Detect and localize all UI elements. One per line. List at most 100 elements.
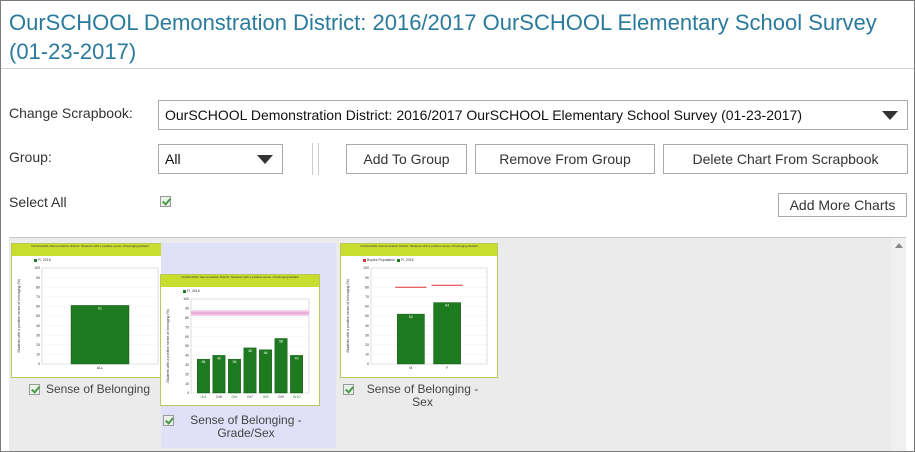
y-tick-label: 60	[185, 335, 189, 339]
x-tick-label: Gr5	[216, 395, 222, 399]
bar-value-label: 36	[233, 360, 237, 364]
y-tick-label: 80	[36, 285, 40, 289]
y-tick-label: 60	[36, 305, 40, 309]
x-tick-label: Gr7	[247, 395, 253, 399]
thumbnail-header: OurSCHOOL Demonstration District: Studen…	[341, 244, 497, 256]
y-axis-label: Students with a positive sense of belong…	[346, 279, 350, 353]
bar	[228, 358, 241, 394]
bar	[243, 347, 257, 394]
bar	[212, 355, 226, 394]
chart-select-checkbox[interactable]	[343, 384, 354, 395]
y-tick-label: 20	[36, 343, 40, 347]
y-tick-label: 30	[36, 333, 40, 337]
thumbnail-legend: Fi, 2016	[34, 258, 51, 263]
add-to-group-button[interactable]: Add To Group	[346, 144, 467, 174]
chart-select-checkbox[interactable]	[29, 384, 40, 395]
toolbar-separator	[312, 143, 313, 175]
scrapbook-select[interactable]: OurSCHOOL Demonstration District: 2016/2…	[158, 100, 908, 130]
change-scrapbook-label: Change Scrapbook:	[9, 105, 133, 121]
chart-label: Sense of Belonging - Grade/Sex	[190, 413, 302, 440]
bar	[259, 349, 272, 394]
y-tick-label: 80	[365, 285, 369, 289]
bar-value-label: 64	[445, 304, 449, 308]
x-tick-label: Gr8	[263, 395, 269, 399]
y-tick-label: 50	[185, 344, 189, 348]
y-tick-label: 70	[36, 295, 40, 299]
chart-thumbnail[interactable]: OurSCHOOL Demonstration District: Studen…	[160, 274, 320, 406]
y-tick-label: 30	[185, 363, 189, 367]
bar-value-label: 46	[264, 351, 268, 355]
bar	[274, 338, 288, 394]
y-tick-label: 70	[365, 295, 369, 299]
y-tick-label: 10	[185, 382, 189, 386]
thumbnail-header: OurSCHOOL Demonstration District: Studen…	[161, 275, 319, 287]
x-tick-label: F	[446, 366, 448, 370]
chart-card-sense-of-belonging[interactable]: OurSCHOOL Demonstration District: Studen…	[11, 243, 171, 403]
y-tick-label: 20	[365, 343, 369, 347]
chart-thumbnail[interactable]: OurSCHOOL Demonstration District: Studen…	[340, 243, 498, 378]
select-all-checkbox[interactable]	[160, 196, 171, 207]
chart-label: Sense of Belonging	[45, 382, 151, 396]
delete-chart-button[interactable]: Delete Chart From Scrapbook	[663, 144, 908, 174]
x-tick-label: Gr10	[293, 395, 301, 399]
y-tick-label: 40	[185, 354, 189, 358]
y-tick-label: 10	[365, 353, 369, 357]
x-tick-label: M	[409, 366, 412, 370]
remove-from-group-button[interactable]: Remove From Group	[475, 144, 655, 174]
bar	[70, 305, 130, 365]
y-tick-label: 20	[185, 372, 189, 376]
y-tick-label: 50	[365, 314, 369, 318]
chart-label: Sense of Belonging - Sex	[366, 382, 479, 409]
vertical-scrollbar[interactable]	[891, 238, 906, 451]
y-tick-label: 90	[365, 276, 369, 280]
y-tick-label: 90	[185, 307, 189, 311]
y-tick-label: 60	[365, 305, 369, 309]
bar-value-label: 40	[295, 356, 299, 360]
scrapbook-select-value: OurSCHOOL Demonstration District: 2016/2…	[165, 107, 803, 123]
thumbnail-chart: Students with a positive sense of belong…	[166, 297, 310, 399]
y-tick-label: 30	[365, 333, 369, 337]
group-select[interactable]: All	[158, 144, 283, 174]
x-tick-label: Gr4	[200, 395, 206, 399]
y-axis-label: Students with a positive sense of belong…	[17, 279, 21, 353]
y-tick-label: 0	[187, 391, 189, 395]
bar-value-label: 61	[98, 306, 102, 310]
thumbnail-chart: Students with a positive sense of belong…	[17, 266, 159, 370]
y-tick-label: 100	[363, 266, 369, 270]
add-more-charts-button[interactable]: Add More Charts	[778, 193, 907, 217]
bar	[397, 313, 425, 365]
bar	[197, 358, 210, 394]
group-select-value: All	[165, 151, 181, 167]
y-tick-label: 0	[38, 362, 40, 366]
page-title: OurSCHOOL Demonstration District: 2016/2…	[9, 10, 877, 64]
y-axis-label: Students with a positive sense of belong…	[166, 309, 170, 383]
chevron-down-icon	[257, 155, 273, 164]
chart-card-sense-of-belonging-sex[interactable]: OurSCHOOL Demonstration District: Studen…	[340, 243, 500, 413]
bar-value-label: 36	[201, 360, 205, 364]
y-tick-label: 40	[365, 324, 369, 328]
chart-thumbnail[interactable]: OurSCHOOL Demonstration District: Studen…	[11, 243, 169, 378]
chart-gallery: OurSCHOOL Demonstration District: Studen…	[9, 237, 906, 451]
bar	[433, 302, 461, 365]
chevron-down-icon	[882, 111, 898, 120]
y-tick-label: 70	[185, 325, 189, 329]
y-tick-label: 80	[185, 316, 189, 320]
scrapbook-window: OurSCHOOL Demonstration District: 2016/2…	[0, 0, 915, 452]
bar-value-label: 40	[217, 356, 221, 360]
bar-value-label: 58	[279, 339, 283, 343]
x-tick-label: Gr6	[232, 395, 238, 399]
chart-card-sense-of-belonging-grade-sex[interactable]: OurSCHOOL Demonstration District: Studen…	[160, 243, 336, 448]
y-tick-label: 100	[183, 297, 189, 301]
title-divider	[1, 68, 914, 69]
chart-select-checkbox[interactable]	[163, 415, 174, 426]
y-tick-label: 0	[367, 362, 369, 366]
scroll-up-icon[interactable]	[895, 243, 903, 248]
thumbnail-legend: Fi, 2016	[183, 289, 200, 294]
y-tick-label: 50	[36, 314, 40, 318]
group-label: Group:	[9, 149, 52, 165]
y-tick-label: 40	[36, 324, 40, 328]
bar-value-label: 52	[409, 315, 413, 319]
toolbar-separator	[318, 143, 319, 175]
bar-value-label: 48	[248, 349, 252, 353]
thumbnail-chart: Students with a positive sense of belong…	[346, 266, 488, 370]
